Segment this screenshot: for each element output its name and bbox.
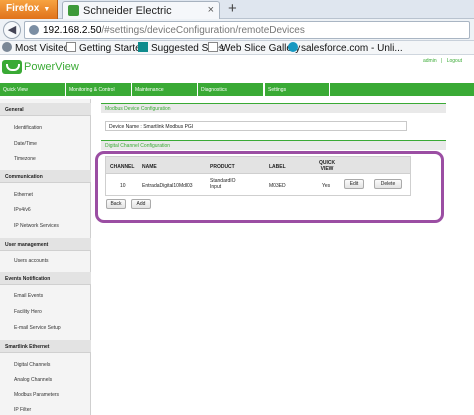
sidebar: General Identification Date/Time Timezon… bbox=[0, 99, 91, 415]
sidebar-group-communication: Communication bbox=[0, 170, 91, 183]
url-path: /#settings/deviceConfiguration/remoteDev… bbox=[101, 25, 305, 36]
sidebar-group-user-management: User management bbox=[0, 238, 91, 251]
bookmark-most-visited[interactable]: Most Visited bbox=[2, 42, 69, 54]
column-header-name: NAME bbox=[142, 164, 157, 170]
sidebar-item-email-events[interactable]: Email Events bbox=[14, 293, 43, 299]
device-name-value: Smartlink Modbus PGI bbox=[143, 124, 194, 130]
app-title: PowerView bbox=[24, 61, 79, 73]
app-header: PowerView admin | Logout bbox=[0, 57, 474, 81]
table-row: 10 EntradaDigital10Mdl03 StandardIO Inpu… bbox=[105, 174, 411, 196]
sidebar-item-datetime[interactable]: Date/Time bbox=[14, 141, 37, 147]
tab-maintenance[interactable]: Maintenance bbox=[132, 83, 198, 96]
column-header-label: LABEL bbox=[269, 164, 286, 170]
url-host: 192.168.2.50 bbox=[43, 25, 102, 36]
product-cell: StandardIO Input bbox=[210, 178, 236, 190]
sidebar-item-modbus-parameters[interactable]: Modbus Parameters bbox=[14, 392, 59, 398]
back-button[interactable]: Back bbox=[106, 199, 126, 209]
quick-view-cell: Yes bbox=[322, 183, 331, 189]
add-button[interactable]: Add bbox=[131, 199, 151, 209]
bookmark-web-slice-gallery[interactable]: Web Slice Gallery bbox=[208, 42, 300, 54]
device-name-label: Device Name : bbox=[109, 124, 142, 130]
sidebar-group-smartlink-ethernet: Smartlink Ethernet bbox=[0, 340, 91, 353]
bookmark-label: Most Visited bbox=[15, 43, 70, 54]
firefox-menu-button[interactable]: Firefox ▼ bbox=[0, 0, 58, 19]
gear-icon bbox=[2, 42, 12, 52]
bookmark-salesforce[interactable]: salesforce.com - Unli... bbox=[288, 42, 403, 54]
modbus-section-title: Modbus Device Configuration bbox=[101, 103, 446, 113]
bookmarks-toolbar: Most Visited Getting Started Suggested S… bbox=[0, 41, 474, 55]
user-link[interactable]: admin bbox=[423, 58, 437, 64]
sidebar-item-email-service-setup[interactable]: E-mail Service Setup bbox=[14, 325, 61, 331]
bookmark-getting-started[interactable]: Getting Started bbox=[66, 42, 146, 54]
device-name-row: Device Name : Smartlink Modbus PGI bbox=[105, 121, 407, 131]
channel-cell: 10 bbox=[120, 183, 126, 189]
user-links: admin | Logout bbox=[420, 58, 462, 64]
new-tab-button[interactable]: + bbox=[228, 0, 237, 17]
sidebar-item-timezone[interactable]: Timezone bbox=[14, 156, 36, 162]
browser-tab[interactable]: Schneider Electric × bbox=[62, 1, 220, 19]
cloud-icon bbox=[288, 42, 298, 52]
sidebar-item-analog-channels[interactable]: Analog Channels bbox=[14, 377, 52, 383]
page-icon bbox=[208, 42, 218, 52]
tab-diagnostics[interactable]: Diagnostics bbox=[198, 83, 264, 96]
column-header-quick-view: QUICK VIEW bbox=[318, 160, 336, 172]
bing-icon bbox=[138, 42, 148, 52]
sidebar-group-events-notification: Events Notification bbox=[0, 272, 91, 285]
page-icon bbox=[66, 42, 76, 52]
column-header-product: PRODUCT bbox=[210, 164, 235, 170]
bookmark-label: Getting Started bbox=[79, 43, 147, 54]
chevron-down-icon: ▼ bbox=[43, 6, 51, 13]
name-cell: EntradaDigital10Mdl03 bbox=[142, 183, 193, 189]
sidebar-item-ip-network-services[interactable]: IP Network Services bbox=[14, 223, 59, 229]
sidebar-item-ethernet[interactable]: Ethernet bbox=[14, 192, 33, 198]
tab-title: Schneider Electric bbox=[83, 5, 172, 17]
main-tabs: Quick View Monitoring & Control Maintena… bbox=[0, 82, 474, 96]
channel-table-header: CHANNEL NAME PRODUCT LABEL QUICK VIEW bbox=[105, 156, 411, 174]
firefox-menu-label: Firefox bbox=[6, 3, 40, 14]
sidebar-item-identification[interactable]: Identification bbox=[14, 125, 42, 131]
logout-link[interactable]: Logout bbox=[447, 58, 462, 64]
tab-settings[interactable]: Settings bbox=[264, 82, 330, 96]
back-arrow-icon[interactable]: ◀ bbox=[3, 21, 21, 39]
sidebar-item-users-accounts[interactable]: Users accounts bbox=[14, 258, 48, 264]
label-cell: M03ED bbox=[269, 183, 286, 189]
globe-icon bbox=[29, 25, 39, 35]
sidebar-item-facility-hero[interactable]: Facility Hero bbox=[14, 309, 42, 315]
sidebar-item-ip-filter[interactable]: IP Filter bbox=[14, 407, 31, 413]
sidebar-item-digital-channels[interactable]: Digital Channels bbox=[14, 362, 50, 368]
sidebar-group-general: General bbox=[0, 103, 91, 116]
sidebar-item-ipv4v6[interactable]: IPv4/v6 bbox=[14, 207, 31, 213]
address-bar[interactable]: 192.168.2.50/#settings/deviceConfigurati… bbox=[24, 21, 470, 39]
navigation-bar: ◀ 192.168.2.50/#settings/deviceConfigura… bbox=[0, 19, 474, 41]
powerview-logo-icon bbox=[2, 60, 22, 74]
bookmark-label: salesforce.com - Unli... bbox=[301, 43, 403, 54]
close-icon[interactable]: × bbox=[208, 4, 214, 16]
edit-button[interactable]: Edit bbox=[344, 179, 364, 189]
column-header-channel: CHANNEL bbox=[110, 164, 135, 170]
site-favicon-icon bbox=[68, 5, 79, 16]
delete-button[interactable]: Delete bbox=[374, 179, 402, 189]
channel-section-title: Digital Channel Configuration bbox=[101, 140, 446, 150]
browser-titlebar: Firefox ▼ Schneider Electric × + bbox=[0, 0, 474, 19]
separator: | bbox=[441, 58, 443, 64]
tab-monitoring-control[interactable]: Monitoring & Control bbox=[66, 83, 132, 96]
tab-quick-view[interactable]: Quick View bbox=[0, 83, 66, 96]
